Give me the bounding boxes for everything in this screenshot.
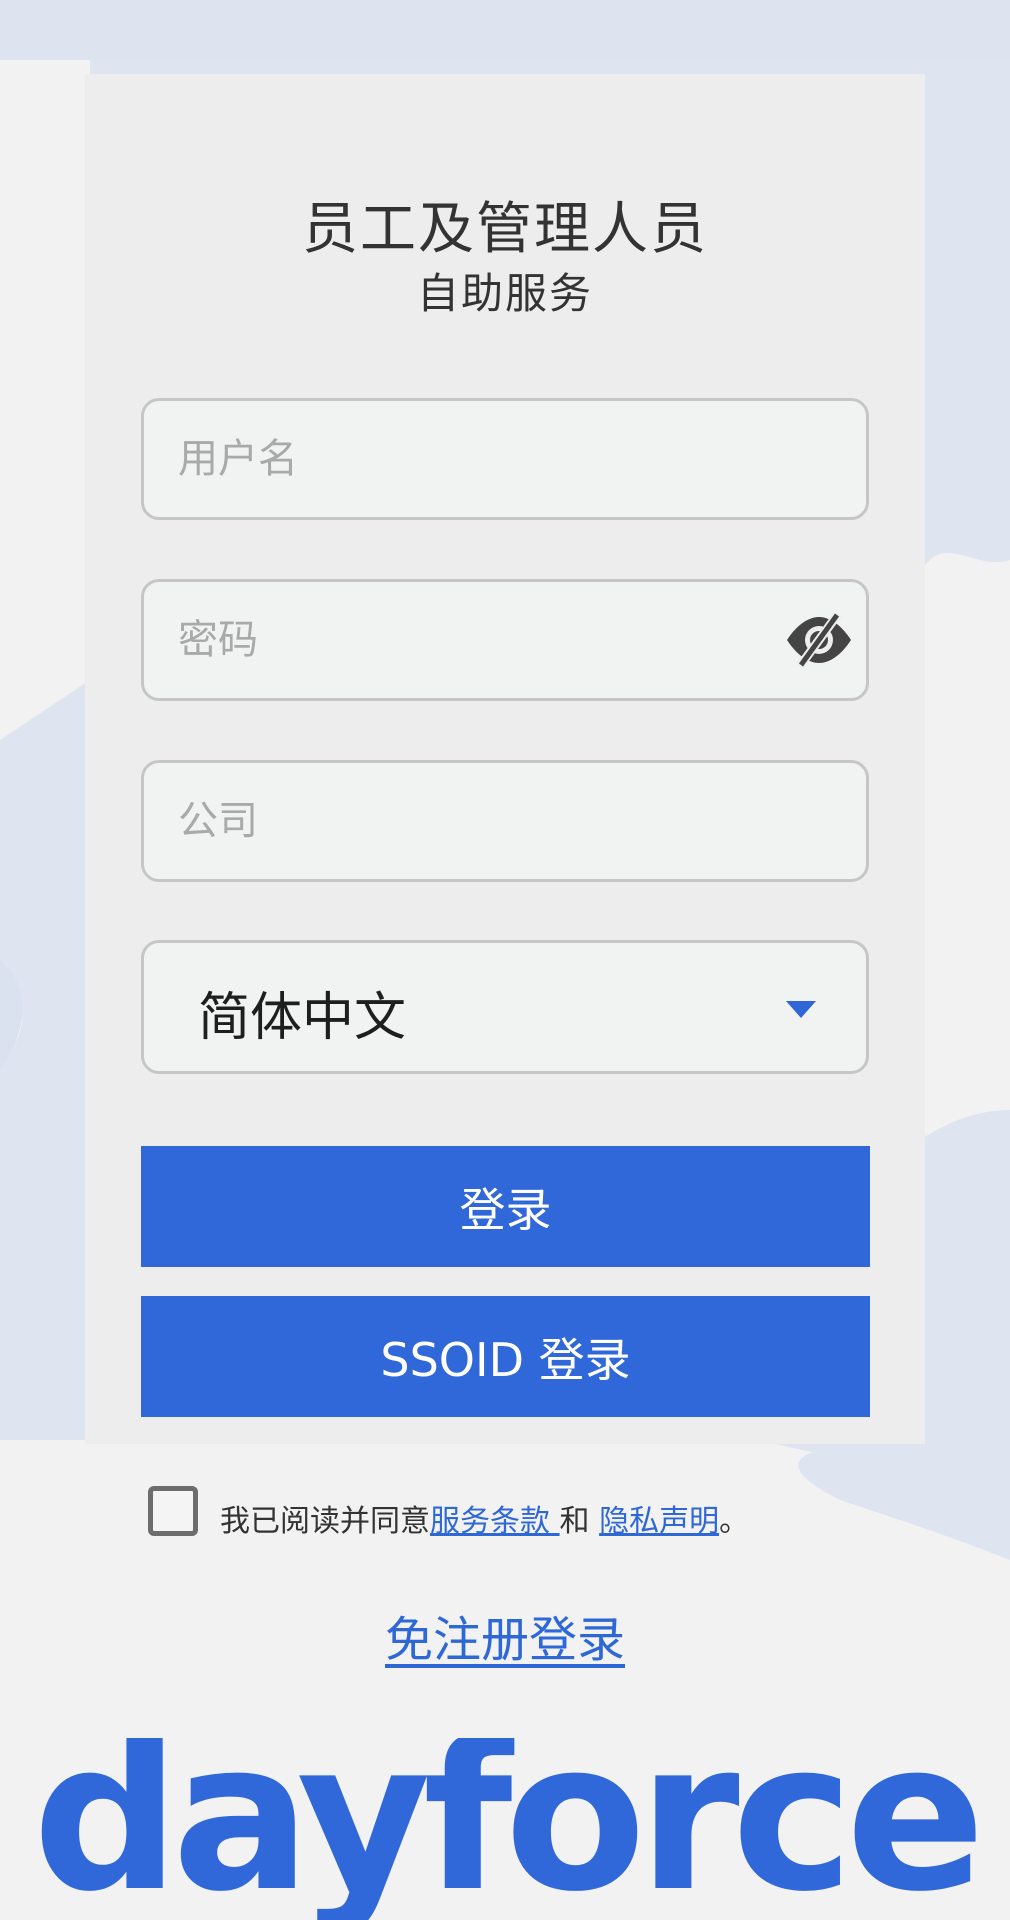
agreement-text: 我已阅读并同意服务条款 和 隐私声明。 <box>220 1496 749 1540</box>
sso-login-button[interactable]: SSOID 登录 <box>141 1296 870 1417</box>
password-field <box>141 579 869 701</box>
agreement-row: 我已阅读并同意服务条款 和 隐私声明。 <box>148 1482 749 1540</box>
login-button[interactable]: 登录 <box>141 1146 870 1267</box>
login-card: 员工及管理人员 自助服务 简体中文 登录 SSOID 登录 <box>85 74 925 1444</box>
page-subtitle: 自助服务 <box>416 269 593 318</box>
page-title: 员工及管理人员 <box>302 197 708 262</box>
privacy-link[interactable]: 隐私声明 <box>599 1504 719 1539</box>
dayforce-logo: dayforce <box>33 1738 986 1920</box>
terms-link[interactable]: 服务条款 <box>430 1504 560 1539</box>
company-input[interactable] <box>144 763 866 879</box>
agreement-and: 和 <box>559 1504 600 1539</box>
agree-checkbox[interactable] <box>148 1486 198 1536</box>
username-input[interactable] <box>144 401 866 517</box>
password-input[interactable] <box>144 582 866 698</box>
agreement-suffix: 。 <box>719 1504 750 1539</box>
language-select[interactable]: 简体中文 <box>141 940 869 1074</box>
username-field <box>141 398 869 520</box>
logo-text: dayforce <box>33 1738 978 1920</box>
register-free-login-link[interactable]: 免注册登录 <box>0 1600 1010 1670</box>
language-selected-value: 简体中文 <box>198 988 407 1048</box>
eye-slash-icon[interactable] <box>784 610 854 670</box>
company-field <box>141 760 869 882</box>
agreement-prefix: 我已阅读并同意 <box>220 1504 430 1539</box>
caret-down-icon <box>786 1001 816 1018</box>
